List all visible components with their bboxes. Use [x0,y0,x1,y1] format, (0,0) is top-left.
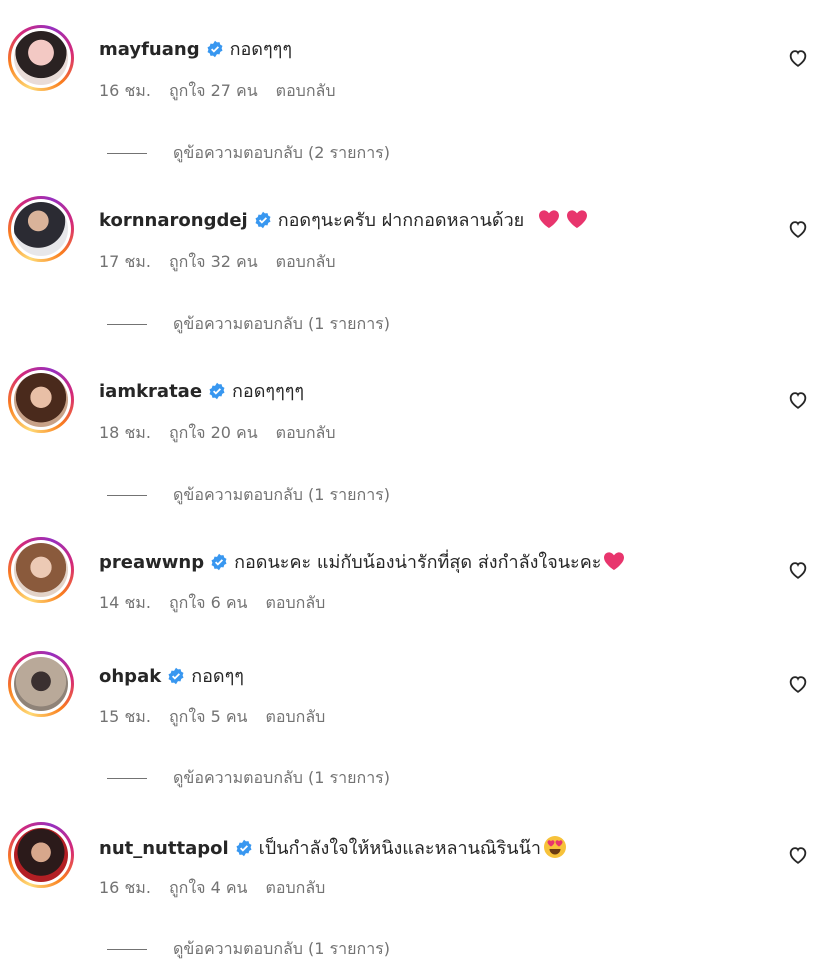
avatar[interactable] [8,25,74,91]
comment-username[interactable]: iamkratae [99,381,202,402]
comment-text: เป็นกำลังใจให้หนิงและหลานณิรินน๊า [258,838,541,859]
comment-text: กอดๆนะครับ ฝากกอดหลานด้วย [277,210,525,231]
comment-text: กอดๆๆๆๆ [232,381,305,402]
view-replies-button[interactable]: ดูข้อความตอบกลับ (2 รายการ) [107,142,390,164]
heart-outline-icon[interactable] [787,673,809,695]
comment-text: กอดนะคะ แม่กับน้องน่ารักที่สุด ส่งกำลังใ… [234,552,602,573]
heart-outline-icon[interactable] [787,389,809,411]
view-replies-label: ดูข้อความตอบกลับ (1 รายการ) [173,485,391,504]
heart-emoji-icon [566,210,587,229]
verified-badge-icon [207,40,223,58]
verified-badge-icon [255,211,271,229]
comment-username[interactable]: ohpak [99,666,161,687]
view-replies-label: ดูข้อความตอบกลับ (1 รายการ) [173,314,391,333]
comment-text: กอดๆๆ [191,666,244,687]
verified-badge-icon [236,839,252,857]
divider [107,495,147,496]
view-replies-button[interactable]: ดูข้อความตอบกลับ (1 รายการ) [107,484,390,506]
comment-likes[interactable]: ถูกใจ 4 คน [169,878,248,897]
view-replies-button[interactable]: ดูข้อความตอบกลับ (1 รายการ) [107,767,390,789]
avatar[interactable] [8,822,74,888]
divider [107,778,147,779]
heart-outline-icon[interactable] [787,218,809,240]
heart-eyes-emoji-icon [544,836,566,858]
avatar[interactable] [8,196,74,262]
heart-outline-icon[interactable] [787,559,809,581]
comment-text: กอดๆๆๆ [229,39,292,60]
reply-button[interactable]: ตอบกลับ [266,878,326,897]
view-replies-label: ดูข้อความตอบกลับ (2 รายการ) [173,143,391,162]
heart-emoji-icon [538,210,559,229]
heart-outline-icon[interactable] [787,844,809,866]
view-replies-label: ดูข้อความตอบกลับ (1 รายการ) [173,939,391,958]
comment-username[interactable]: mayfuang [99,39,200,60]
heart-emoji-icon [604,552,625,571]
reply-button[interactable]: ตอบกลับ [276,423,336,442]
comment-time[interactable]: 15 ชม. [99,707,151,726]
verified-badge-icon [168,667,184,685]
view-replies-button[interactable]: ดูข้อความตอบกลับ (1 รายการ) [107,938,390,960]
divider [107,324,147,325]
view-replies-label: ดูข้อความตอบกลับ (1 รายการ) [173,768,391,787]
divider [107,153,147,154]
reply-button[interactable]: ตอบกลับ [266,593,326,612]
comment-time[interactable]: 14 ชม. [99,593,151,612]
comment-likes[interactable]: ถูกใจ 6 คน [169,593,248,612]
view-replies-button[interactable]: ดูข้อความตอบกลับ (1 รายการ) [107,313,390,335]
avatar[interactable] [8,367,74,433]
comment-likes[interactable]: ถูกใจ 32 คน [169,252,258,271]
comment-likes[interactable]: ถูกใจ 5 คน [169,707,248,726]
reply-button[interactable]: ตอบกลับ [276,252,336,271]
comment-username[interactable]: preawwnp [99,552,204,573]
comment-likes[interactable]: ถูกใจ 27 คน [169,81,258,100]
comment-username[interactable]: nut_nuttapol [99,838,229,859]
verified-badge-icon [209,382,225,400]
reply-button[interactable]: ตอบกลับ [276,81,336,100]
verified-badge-icon [211,553,227,571]
avatar[interactable] [8,651,74,717]
divider [107,949,147,950]
comment-likes[interactable]: ถูกใจ 20 คน [169,423,258,442]
comment-time[interactable]: 16 ชม. [99,81,151,100]
comment-time[interactable]: 18 ชม. [99,423,151,442]
avatar[interactable] [8,537,74,603]
comment-username[interactable]: kornnarongdej [99,210,248,231]
comment-time[interactable]: 17 ชม. [99,252,151,271]
reply-button[interactable]: ตอบกลับ [266,707,326,726]
heart-outline-icon[interactable] [787,47,809,69]
comment-time[interactable]: 16 ชม. [99,878,151,897]
